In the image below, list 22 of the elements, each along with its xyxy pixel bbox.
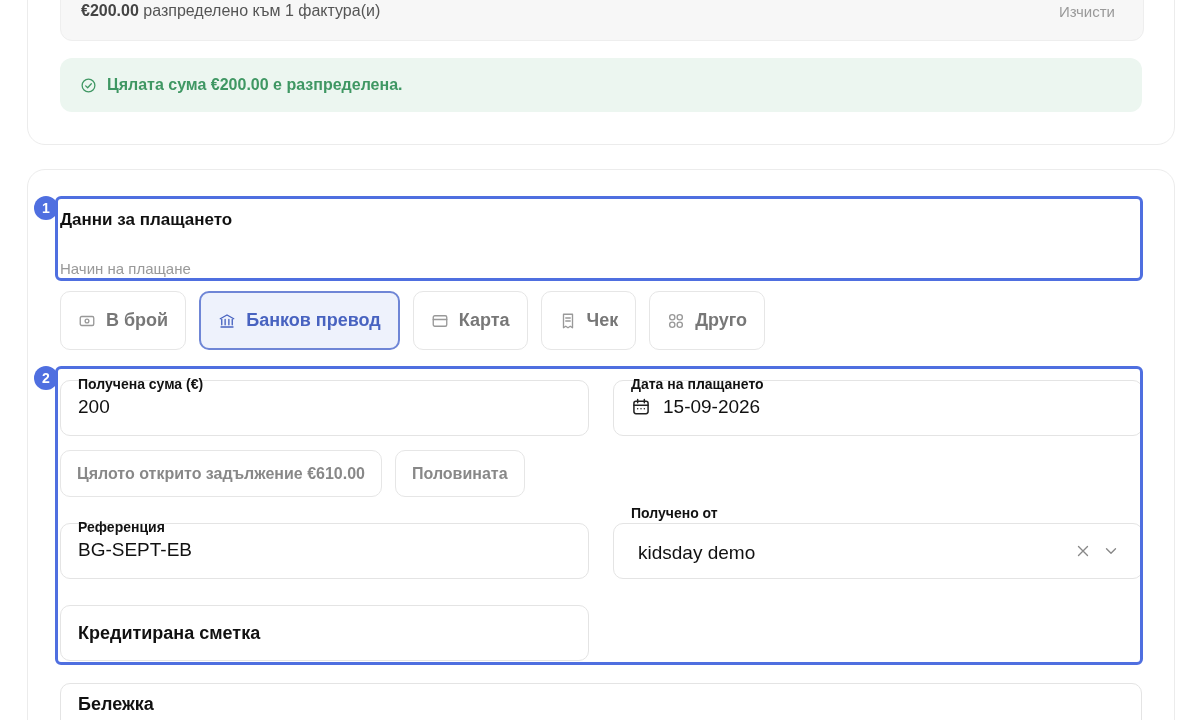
- grid-icon: [667, 311, 686, 330]
- field-label: Начин на плащане: [60, 260, 192, 277]
- clear-button[interactable]: Изчисти: [1058, 2, 1115, 20]
- input-field[interactable]: Получена сума (€) 200: [60, 380, 589, 436]
- input-field[interactable]: Дата на плащането 15-09-2026: [613, 380, 1143, 436]
- input-field[interactable]: Кредитирана сметка: [60, 605, 589, 661]
- field-label: Получено от: [630, 505, 719, 522]
- payment-method-tab[interactable]: Банков превод: [199, 291, 400, 350]
- quick-amount-button[interactable]: Цялото открито задължение €610.00: [60, 450, 382, 497]
- input-field[interactable]: Референция BG-SEPT-EB: [60, 523, 589, 579]
- allocation-text: €200.00 разпределено към 1 фактура(и): [81, 2, 381, 20]
- payment-method-tab[interactable]: Карта: [412, 291, 528, 350]
- section-title: Данни за плащането: [60, 210, 234, 230]
- check-circle-icon: [80, 76, 97, 94]
- text-area[interactable]: Бележка: [60, 683, 1142, 720]
- calendar-icon: [631, 397, 651, 417]
- payment-method-tab[interactable]: В брой: [60, 291, 187, 350]
- select-field[interactable]: kidsday demo: [613, 523, 1143, 579]
- quick-amount-button[interactable]: Половината: [395, 450, 525, 497]
- payment-method-tab[interactable]: Чек: [540, 291, 637, 350]
- alert-message: Цялата сума €200.00 е разпределена.: [107, 76, 403, 94]
- payment-method-tab[interactable]: Друго: [649, 291, 766, 350]
